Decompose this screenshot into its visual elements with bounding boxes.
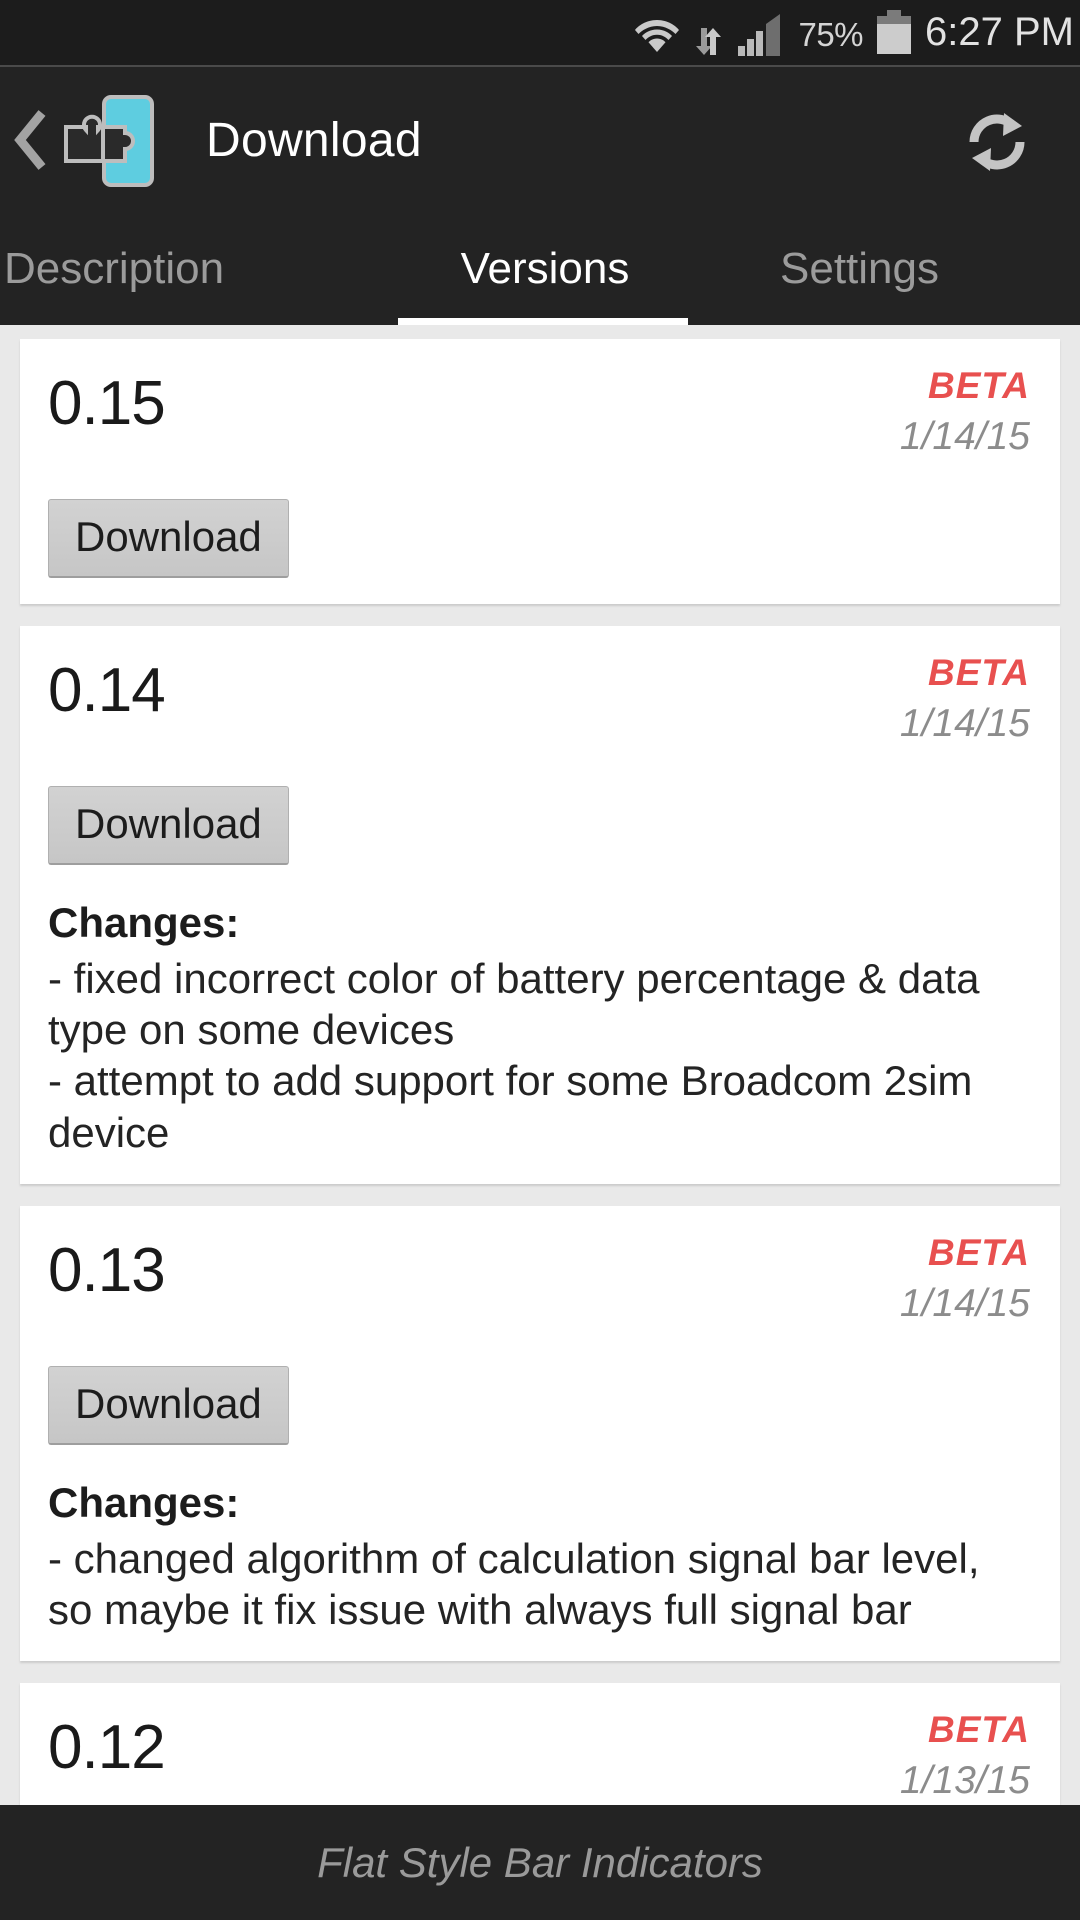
status-badge: BETA [928,1709,1030,1751]
changes-heading: Changes: [48,899,240,946]
changes-text: - changed algorithm of calculation signa… [48,1534,980,1634]
tab-bar: Description Versions Settings [0,213,1080,325]
download-button[interactable]: Download [48,1365,289,1445]
version-card-header: 0.14 BETA 1/14/15 [48,652,1030,772]
version-card[interactable]: 0.14 BETA 1/14/15 Download Changes: - fi… [20,626,1060,1184]
version-card-header: 0.13 BETA 1/14/15 [48,1232,1030,1352]
version-date: 1/14/15 [899,1281,1030,1325]
battery-percent-label: 75% [798,15,864,53]
download-button[interactable]: Download [48,499,289,578]
tab-versions[interactable]: Versions [400,213,690,325]
status-badge: BETA [928,365,1030,406]
version-card[interactable]: 0.15 BETA 1/14/15 Download [20,339,1060,604]
status-clock: 6:27 PM [925,10,1074,54]
back-chevron-icon[interactable] [8,95,54,185]
version-number: 0.15 [48,369,166,438]
wifi-icon [634,12,680,56]
tab-description[interactable]: Description [0,213,400,325]
version-meta: BETA 1/14/15 [900,1232,1030,1326]
version-meta: BETA 1/14/15 [900,652,1030,746]
version-card[interactable]: 0.13 BETA 1/14/15 Download Changes: - ch… [20,1205,1060,1662]
versions-list[interactable]: 0.15 BETA 1/14/15 Download 0.14 BETA 1/1… [0,325,1080,1865]
version-card-header: 0.15 BETA 1/14/15 [48,365,1030,485]
footer-bar: Flat Style Bar Indicators [0,1805,1080,1920]
version-number: 0.14 [48,656,166,725]
data-transfer-arrows-icon [692,12,726,56]
changes-heading: Changes: [48,1478,240,1526]
xposed-module-icon [56,93,156,188]
changes-text: - fixed incorrect color of battery perce… [48,955,980,1156]
status-bar: 75% 6:27 PM [0,0,1080,65]
version-meta: BETA 1/13/15 [900,1709,1030,1803]
version-meta: BETA 1/14/15 [900,365,1030,459]
tab-settings[interactable]: Settings [690,213,1080,325]
version-number: 0.13 [48,1235,166,1305]
download-button[interactable]: Download [48,786,289,865]
tab-settings-label: Settings [780,244,939,293]
version-date: 1/14/15 [899,415,1030,458]
battery-icon [877,9,912,54]
footer-label: Flat Style Bar Indicators [317,1838,763,1886]
page-title: Download [206,113,422,167]
cellular-signal-icon [738,13,782,56]
tab-description-label: Description [4,244,225,293]
active-tab-indicator [398,318,688,325]
status-badge: BETA [928,1231,1030,1273]
action-bar: Download [0,65,1080,267]
tab-versions-label: Versions [460,244,630,293]
status-badge: BETA [928,652,1030,693]
status-icons: 75% [634,9,912,56]
version-number: 0.12 [48,1713,166,1783]
version-date: 1/13/15 [899,1759,1030,1803]
version-date: 1/14/15 [899,702,1030,745]
refresh-icon[interactable] [958,103,1036,181]
phone-screen: 75% 6:27 PM Download Description Version… [0,0,1080,1920]
